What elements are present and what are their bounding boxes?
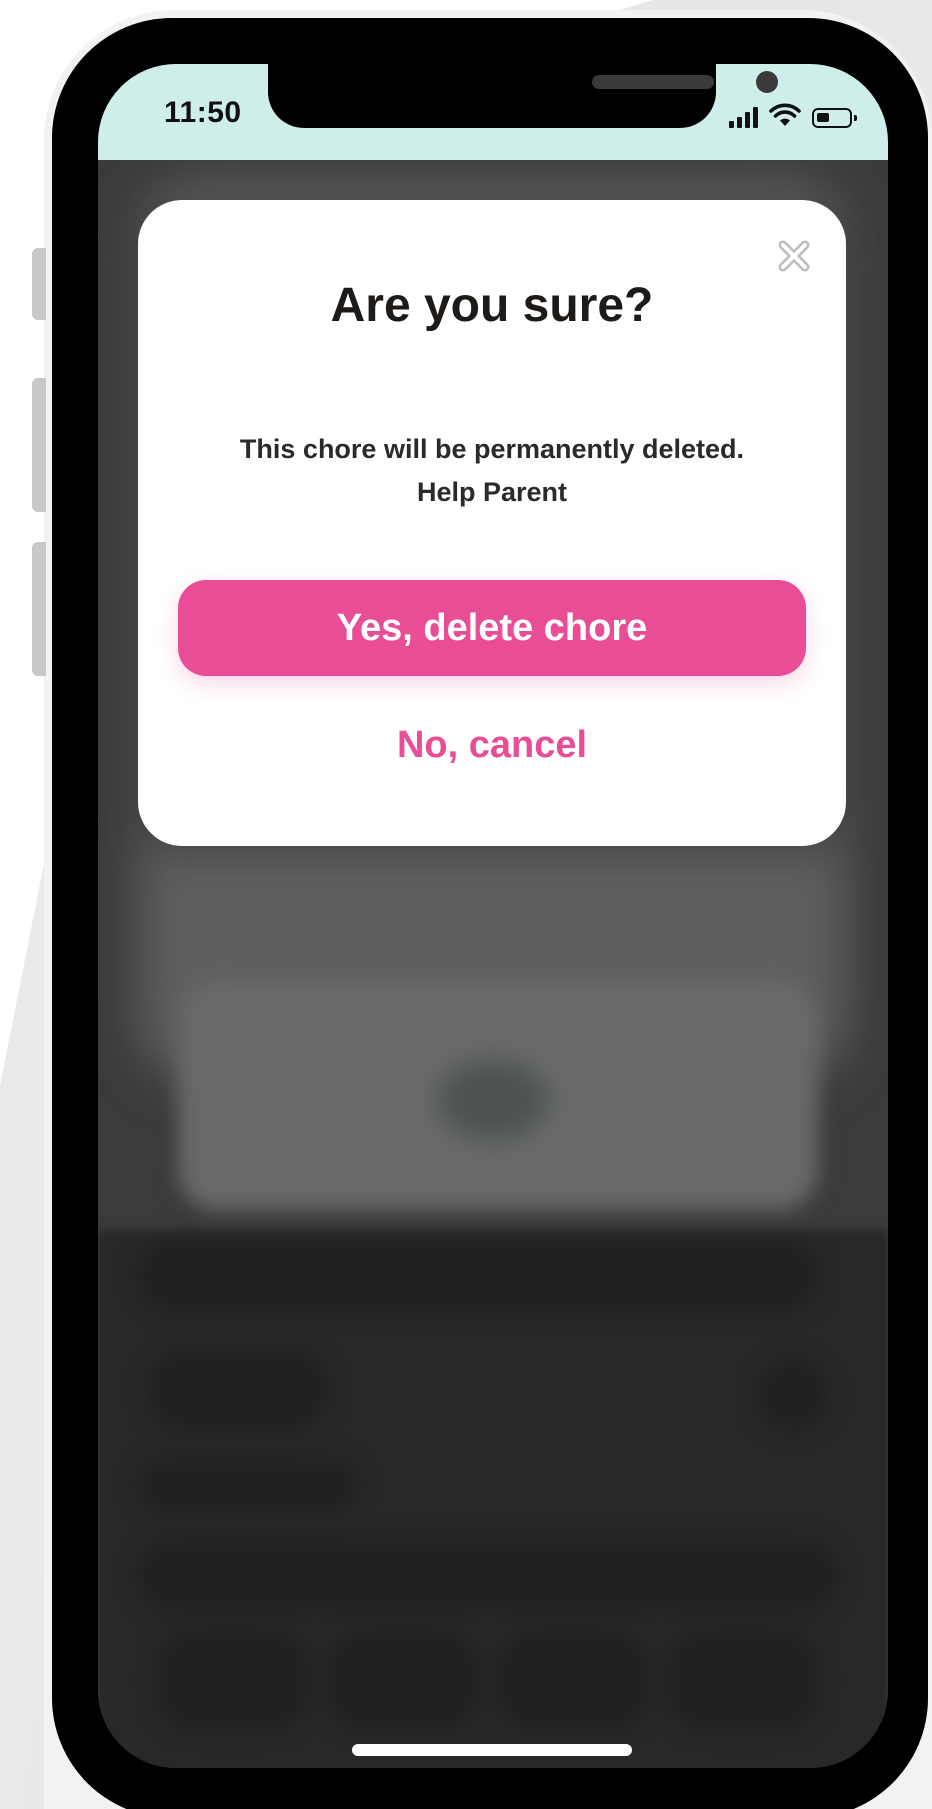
mute-switch — [32, 248, 46, 320]
blurred-tab — [498, 1630, 648, 1730]
dialog-message-line: This chore will be permanently deleted. — [239, 434, 745, 464]
status-time: 11:50 — [164, 96, 242, 129]
dialog-title: Are you sure? — [330, 279, 654, 332]
cancel-button[interactable]: No, cancel — [178, 698, 806, 792]
close-icon — [778, 240, 810, 272]
home-indicator[interactable] — [352, 1744, 632, 1756]
blurred-tab — [328, 1630, 478, 1730]
wifi-icon — [769, 103, 801, 126]
volume-up-button — [32, 378, 46, 512]
battery-level — [817, 113, 829, 122]
status-icons — [729, 98, 857, 128]
blurred-row — [758, 1360, 828, 1430]
battery-icon — [812, 108, 857, 128]
blurred-avatar — [438, 1060, 548, 1140]
front-camera — [756, 71, 778, 93]
status-bar: 11:50 — [98, 64, 888, 160]
battery-cap — [854, 115, 857, 121]
blurred-row — [148, 1350, 328, 1430]
blurred-tab — [158, 1630, 308, 1730]
volume-down-button — [32, 542, 46, 676]
signal-icon — [729, 106, 758, 128]
blurred-tab — [668, 1630, 818, 1730]
chore-name: Help Parent — [416, 477, 568, 507]
blurred-lower-content — [98, 1230, 888, 1768]
dialog-message: This chore will be permanently deleted. … — [178, 428, 806, 514]
phone-screen: 11:50 Are you sure? This chore will be p… — [98, 64, 888, 1768]
blurred-row — [138, 1240, 818, 1310]
delete-chore-button[interactable]: Yes, delete chore — [178, 580, 806, 676]
notch — [268, 64, 778, 128]
blurred-row — [138, 1460, 358, 1510]
blurred-row — [138, 1540, 838, 1610]
delete-confirmation-dialog: Are you sure? This chore will be permane… — [138, 200, 846, 846]
close-button[interactable] — [778, 240, 810, 272]
page: 11:50 Are you sure? This chore will be p… — [0, 0, 932, 1809]
speaker-grille — [592, 75, 714, 89]
